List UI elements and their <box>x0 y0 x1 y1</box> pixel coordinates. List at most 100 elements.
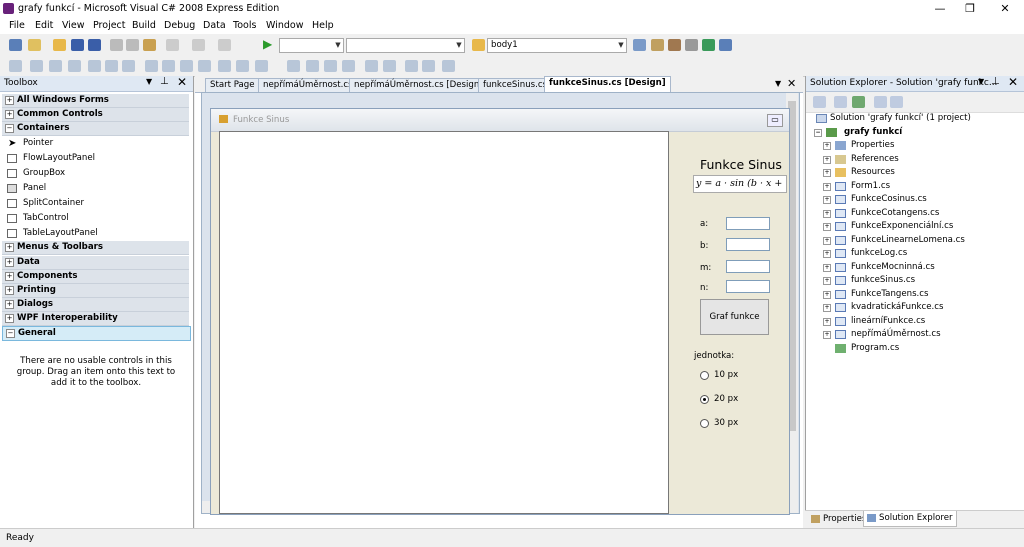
align-grid-icon[interactable] <box>122 60 135 72</box>
increase-v-spacing-icon[interactable] <box>306 60 319 72</box>
dropdown-icon[interactable]: ▼ <box>978 77 984 86</box>
object-browser-icon[interactable] <box>668 39 681 51</box>
menu-project[interactable]: Project <box>93 20 126 31</box>
properties-icon[interactable] <box>813 96 826 108</box>
solution-explorer-icon[interactable] <box>633 39 646 51</box>
menu-view[interactable]: View <box>62 20 85 31</box>
tab-start-page[interactable]: Start Page <box>205 78 260 92</box>
tab-solution-explorer[interactable]: Solution Explorer <box>863 511 957 527</box>
close-icon[interactable]: ✕ <box>1008 75 1018 89</box>
remove-h-spacing-icon[interactable] <box>255 60 268 72</box>
decrease-v-spacing-icon[interactable] <box>324 60 337 72</box>
close-icon[interactable]: ✕ <box>177 75 187 89</box>
minimize-button[interactable]: — <box>925 0 955 17</box>
toolbox-category-containers[interactable]: − Containers <box>2 122 189 136</box>
tool-splitcontainer[interactable]: SplitContainer <box>0 196 189 211</box>
graph-canvas[interactable] <box>219 131 669 514</box>
save-all-icon[interactable] <box>88 39 101 51</box>
size-to-grid-icon[interactable] <box>180 60 193 72</box>
copy-icon[interactable] <box>126 39 139 51</box>
new-project-icon[interactable] <box>9 39 22 51</box>
redo-icon[interactable] <box>192 39 205 51</box>
menu-tools[interactable]: Tools <box>233 20 256 31</box>
make-same-width-icon[interactable] <box>145 60 158 72</box>
toolbox-category-common-controls[interactable]: + Common Controls <box>2 108 189 122</box>
radio-30px[interactable] <box>700 419 709 428</box>
find-in-files-icon[interactable] <box>472 39 485 51</box>
remove-v-spacing-icon[interactable] <box>342 60 355 72</box>
tool-pointer[interactable]: ➤ Pointer <box>0 136 189 151</box>
properties-icon[interactable] <box>651 39 664 51</box>
undo-icon[interactable] <box>166 39 179 51</box>
save-icon[interactable] <box>71 39 84 51</box>
tab-order-icon[interactable] <box>442 60 455 72</box>
make-same-height-icon[interactable] <box>162 60 175 72</box>
send-to-back-icon[interactable] <box>422 60 435 72</box>
restore-button[interactable]: ❐ <box>955 0 985 17</box>
close-button[interactable]: ✕ <box>990 0 1020 17</box>
tool-groupbox[interactable]: GroupBox <box>0 166 189 181</box>
input-a[interactable] <box>726 217 770 230</box>
menu-file[interactable]: File <box>9 20 25 31</box>
tab-dropdown-icon[interactable]: ▼ <box>775 79 781 88</box>
menu-help[interactable]: Help <box>312 20 334 31</box>
menu-debug[interactable]: Debug <box>164 20 195 31</box>
center-horizontally-icon[interactable] <box>365 60 378 72</box>
menu-build[interactable]: Build <box>132 20 156 31</box>
view-designer-icon[interactable] <box>890 96 903 108</box>
menu-edit[interactable]: Edit <box>35 20 53 31</box>
tab-properties[interactable]: Properties <box>808 512 869 526</box>
dropdown-icon[interactable]: ▼ <box>146 77 152 86</box>
increase-h-spacing-icon[interactable] <box>218 60 231 72</box>
tool-tabcontrol[interactable]: TabControl <box>0 211 189 226</box>
tab-neprima-umernost-cs[interactable]: nepřímáÚměrnost.cs <box>258 78 358 92</box>
toolbox-category-menus-toolbars[interactable]: + Menus & Toolbars <box>2 241 189 255</box>
platform-combo[interactable]: ▼ <box>346 38 465 53</box>
toolbox-category-dialogs[interactable]: + Dialogs <box>2 298 189 312</box>
toolbox-category-printing[interactable]: + Printing <box>2 284 189 298</box>
bring-to-front-icon[interactable] <box>405 60 418 72</box>
navigate-icon[interactable] <box>218 39 231 51</box>
tool-panel[interactable]: Panel <box>0 181 189 196</box>
tool-tablelayoutpanel[interactable]: TableLayoutPanel <box>0 226 189 241</box>
tab-funkce-sinus-design[interactable]: funkceSinus.cs [Design] <box>544 76 671 92</box>
align-centers-icon[interactable] <box>30 60 43 72</box>
toolbox-category-data[interactable]: + Data <box>2 256 189 270</box>
minimize-icon[interactable]: ▭ <box>767 114 783 127</box>
input-n[interactable] <box>726 280 770 293</box>
menu-window[interactable]: Window <box>266 20 303 31</box>
show-all-files-icon[interactable] <box>834 96 847 108</box>
start-page-icon[interactable] <box>702 39 715 51</box>
add-item-icon[interactable] <box>28 39 41 51</box>
toolbox-icon[interactable] <box>685 39 698 51</box>
pin-icon[interactable]: ⊥ <box>991 76 1000 87</box>
paste-icon[interactable] <box>143 39 156 51</box>
view-code-icon[interactable] <box>874 96 887 108</box>
horizontal-spacing-icon[interactable] <box>198 60 211 72</box>
align-middles-icon[interactable] <box>88 60 101 72</box>
find-combo[interactable]: body1 ▼ <box>487 38 627 53</box>
toolbox-category-general[interactable]: − General <box>2 326 191 341</box>
tool-flowlayoutpanel[interactable]: FlowLayoutPanel <box>0 151 189 166</box>
radio-20px[interactable] <box>700 395 709 404</box>
align-rights-icon[interactable] <box>49 60 62 72</box>
tab-funkce-sinus-cs[interactable]: funkceSinus.cs <box>478 78 553 92</box>
vertical-spacing-icon[interactable] <box>287 60 300 72</box>
align-lefts-icon[interactable] <box>9 60 22 72</box>
menu-data[interactable]: Data <box>203 20 226 31</box>
align-tops-icon[interactable] <box>68 60 81 72</box>
pin-icon[interactable]: ⊥ <box>160 76 169 87</box>
configuration-combo[interactable]: ▼ <box>279 38 344 53</box>
designed-form[interactable]: Funkce Sinus ▭ Funkce Sinus y = a · sin … <box>210 108 790 515</box>
start-debugging-icon[interactable]: ▶ <box>263 37 272 51</box>
toolbox-category-wpf-interoperability[interactable]: + WPF Interoperability <box>2 312 189 326</box>
close-document-icon[interactable]: ✕ <box>787 77 796 90</box>
window-layout-icon[interactable] <box>719 39 732 51</box>
radio-10px[interactable] <box>700 371 709 380</box>
input-b[interactable] <box>726 238 770 251</box>
graph-function-button[interactable]: Graf funkce <box>700 299 769 335</box>
toolbox-category-all-windows-forms[interactable]: + All Windows Forms <box>2 94 189 108</box>
cut-icon[interactable] <box>110 39 123 51</box>
align-bottoms-icon[interactable] <box>105 60 118 72</box>
input-m[interactable] <box>726 260 770 273</box>
